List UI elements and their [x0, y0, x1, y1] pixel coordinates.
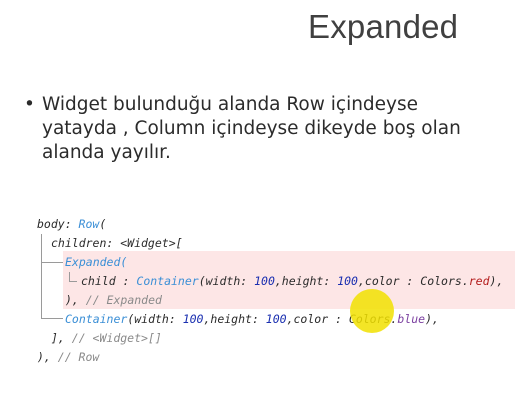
tree-guide [69, 272, 70, 281]
tree-guide [41, 318, 63, 319]
code-line-7: ], // <Widget>[] [51, 331, 162, 345]
tree-guide [41, 234, 42, 318]
tree-guide [41, 262, 63, 263]
code-snippet: body: Row( children: <Widget>[ Expanded(… [37, 215, 515, 367]
code-line-1: body: Row( [37, 217, 107, 231]
slide-title: Expanded [308, 8, 459, 45]
code-line-5: ), // Expanded [65, 293, 162, 307]
mouse-cursor-highlight [350, 289, 394, 333]
bullet-dot: • [24, 94, 35, 115]
code-line-8: ), // Row [37, 350, 100, 364]
code-line-3: Expanded( [65, 255, 128, 269]
tree-guide [69, 281, 77, 282]
code-line-4: child : Container(width: 100,height: 100… [81, 274, 504, 288]
code-line-2: children: <Widget>[ [51, 236, 183, 250]
bullet-point: • Widget bulunduğu alanda Row içindeyse … [24, 93, 494, 165]
bullet-text: Widget bulunduğu alanda Row içindeyse ya… [42, 94, 461, 163]
